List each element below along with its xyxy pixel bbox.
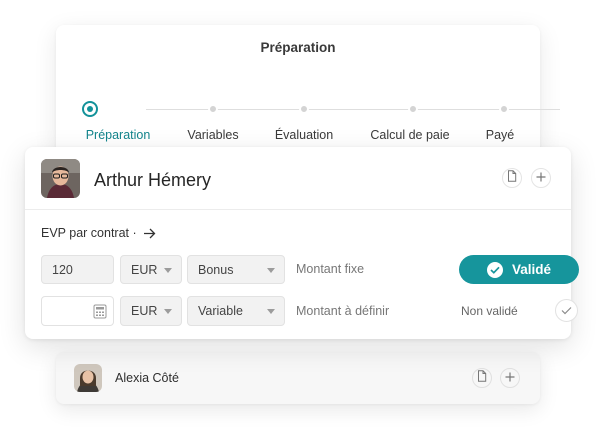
document-icon: [507, 169, 517, 187]
add-button[interactable]: [531, 168, 551, 188]
evp-section-title[interactable]: EVP par contrat ·: [41, 226, 156, 242]
currency-select-1[interactable]: EUR: [120, 255, 182, 284]
payroll-stepper-card: Préparation Préparation Variables Évalua…: [56, 25, 560, 155]
employee-name: Arthur Hémery: [94, 170, 212, 190]
currency-value-1: EUR: [131, 262, 158, 277]
step-dot-calcul-de-paie[interactable]: [408, 104, 418, 114]
evp-title-text: EVP par contrat ·: [41, 226, 137, 240]
employee-avatar: [41, 159, 80, 198]
step-label-evaluation[interactable]: Évaluation: [275, 128, 333, 142]
arrow-right-icon[interactable]: [143, 228, 156, 242]
next-employee-card[interactable]: Alexia Côté: [56, 352, 540, 404]
chevron-down-icon: [267, 268, 275, 273]
step-dot-preparation[interactable]: [82, 101, 98, 117]
type-value-2: Variable: [198, 304, 243, 318]
currency-select-2[interactable]: EUR: [120, 296, 182, 326]
document-button[interactable]: [502, 168, 522, 188]
check-icon: [561, 302, 572, 320]
step-dot-variables[interactable]: [208, 104, 218, 114]
chevron-down-icon: [164, 309, 172, 314]
step-dot-evaluation[interactable]: [299, 104, 309, 114]
amount-value-1: 120: [52, 262, 73, 277]
next-employee-name: Alexia Côté: [115, 371, 179, 385]
amount-hint-2: Montant à définir: [296, 304, 390, 318]
step-label-preparation[interactable]: Préparation: [86, 128, 151, 142]
step-label-variables[interactable]: Variables: [187, 128, 238, 142]
type-select-2[interactable]: Variable: [187, 296, 285, 326]
plus-icon: [505, 369, 515, 387]
document-icon: [477, 369, 487, 387]
chevron-down-icon: [164, 268, 172, 273]
employee-header: Arthur Hémery: [25, 147, 571, 210]
step-dot-paye[interactable]: [499, 104, 509, 114]
amount-input-2[interactable]: [41, 296, 114, 326]
currency-value-2: EUR: [131, 304, 158, 318]
chevron-down-icon: [267, 309, 275, 314]
step-label-paye[interactable]: Payé: [486, 128, 515, 142]
next-employee-avatar: [74, 364, 102, 392]
step-label-calcul-de-paie[interactable]: Calcul de paie: [370, 128, 449, 142]
amount-hint-1: Montant fixe: [296, 262, 365, 276]
not-validated-status-label: Non validé: [461, 304, 518, 318]
validate-button[interactable]: [555, 299, 578, 322]
validated-status-button[interactable]: Validé: [459, 255, 579, 284]
validated-status-label: Validé: [511, 262, 552, 277]
employee-card: Arthur Hémery EVP par contrat · 120 EUR …: [25, 147, 579, 339]
check-icon: [486, 261, 503, 278]
calculator-icon[interactable]: [93, 304, 107, 322]
stepper-title: Préparation: [260, 40, 336, 55]
add-button[interactable]: [500, 368, 520, 388]
amount-input-1[interactable]: 120: [41, 255, 114, 284]
plus-icon: [536, 169, 546, 187]
type-value-1: Bonus: [198, 262, 234, 277]
document-button[interactable]: [472, 368, 492, 388]
type-select-1[interactable]: Bonus: [187, 255, 285, 284]
